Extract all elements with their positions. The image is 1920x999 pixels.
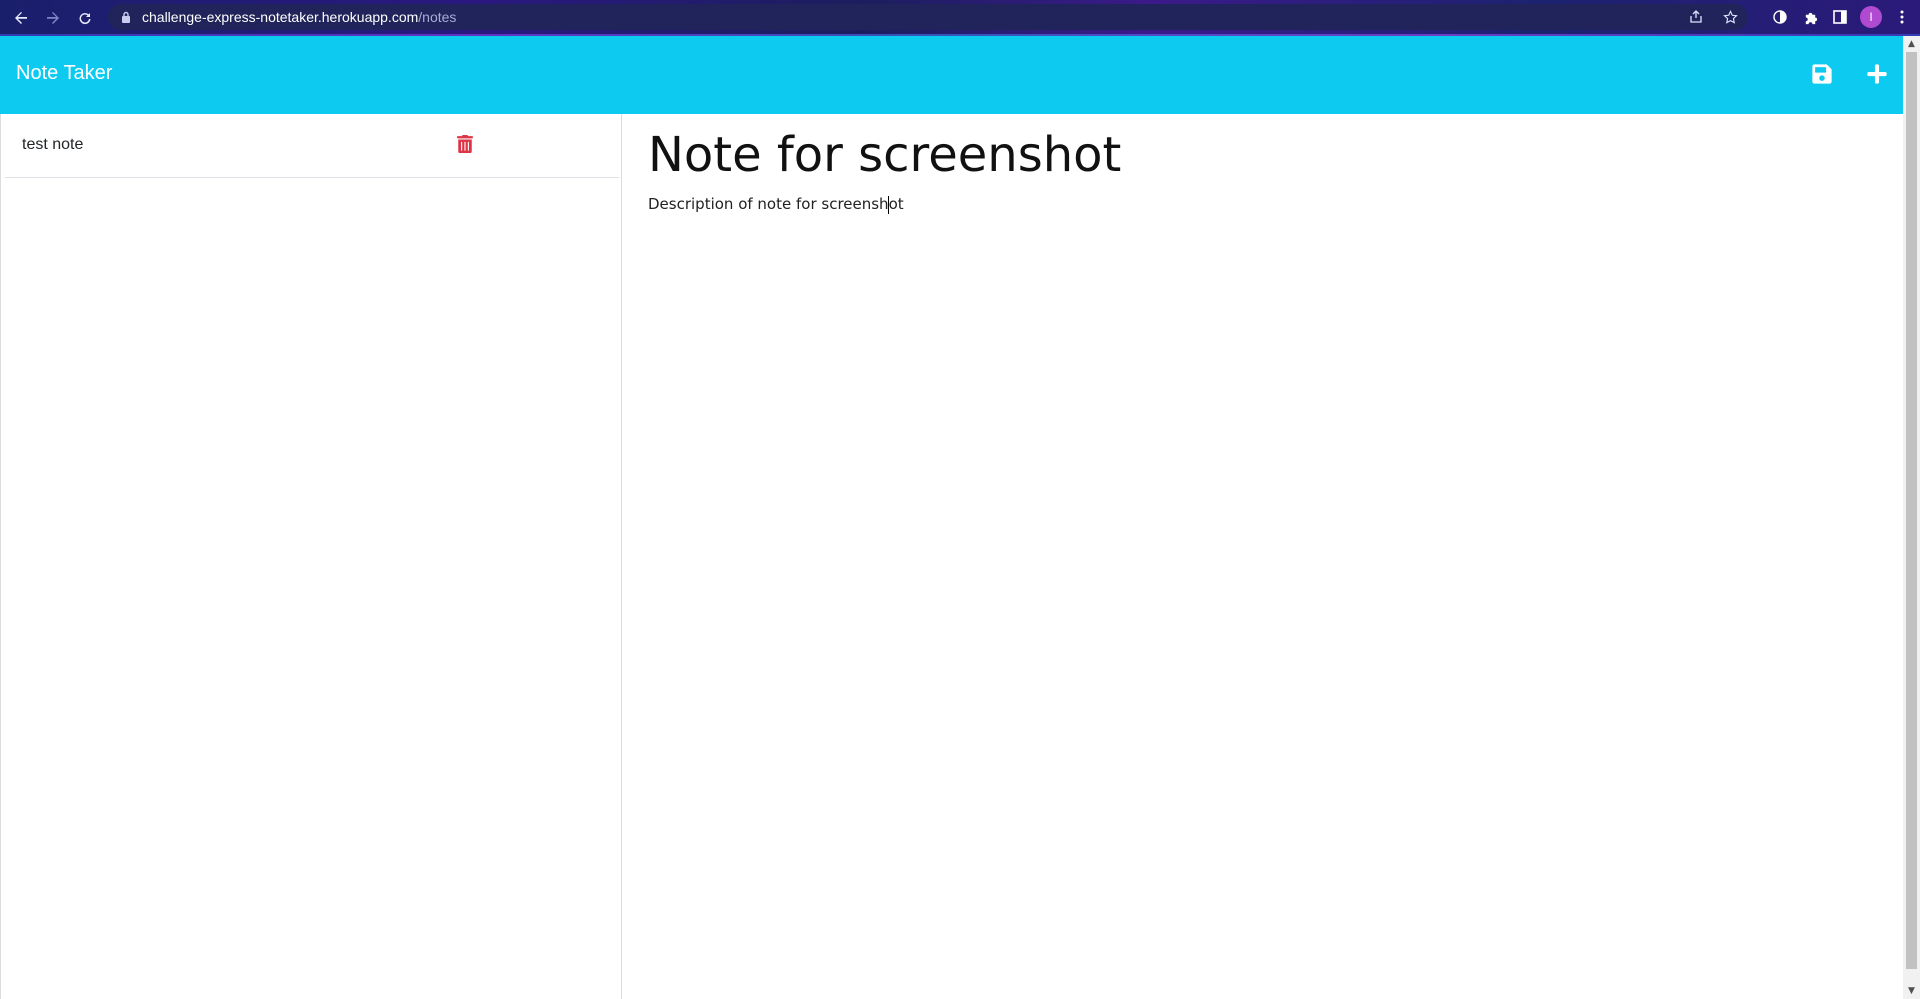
plus-icon [1867,64,1887,84]
star-icon[interactable] [1720,7,1740,27]
avatar[interactable]: I [1860,6,1882,28]
note-title-input[interactable] [648,124,1848,186]
trash-icon [457,134,473,153]
new-note-button[interactable] [1863,60,1891,88]
side-panel-icon[interactable] [1830,7,1850,27]
kebab-menu-icon[interactable] [1892,7,1912,27]
url-path: /notes [418,9,457,25]
url-host: challenge-express-notetaker.herokuapp.co… [142,9,419,25]
puzzle-icon[interactable] [1800,7,1820,27]
arrow-left-icon [15,12,27,24]
scroll-thumb[interactable] [1906,52,1917,969]
save-icon [1812,64,1832,84]
note-list-item-title[interactable]: test note [22,136,83,154]
text-caret [888,196,889,214]
lock-icon [120,11,132,23]
reload-button[interactable] [72,5,98,31]
navbar-brand[interactable]: Note Taker [16,62,112,85]
save-note-button[interactable] [1808,60,1836,88]
delete-note-button[interactable] [457,134,475,155]
note-editor: Description of note for screenshot [622,114,1903,999]
scroll-up-icon[interactable]: ▲ [1903,36,1920,52]
address-bar[interactable]: challenge-express-notetaker.herokuapp.co… [108,4,1748,30]
forward-button[interactable] [40,5,66,31]
arrow-right-icon [47,12,59,24]
note-text-area[interactable]: Description of note for screenshot [648,194,1848,894]
list-item[interactable]: test note [5,114,619,178]
app-navbar: Note Taker [0,36,1903,114]
back-button[interactable] [8,5,34,31]
share-icon[interactable] [1686,7,1706,27]
browser-toolbar: challenge-express-notetaker.herokuapp.co… [0,0,1920,36]
reload-icon [79,13,91,25]
circle-half-icon[interactable] [1770,7,1790,27]
scroll-down-icon[interactable]: ▼ [1903,983,1920,999]
note-list: test note [0,114,622,999]
page-scrollbar[interactable]: ▲ ▼ [1903,36,1920,999]
